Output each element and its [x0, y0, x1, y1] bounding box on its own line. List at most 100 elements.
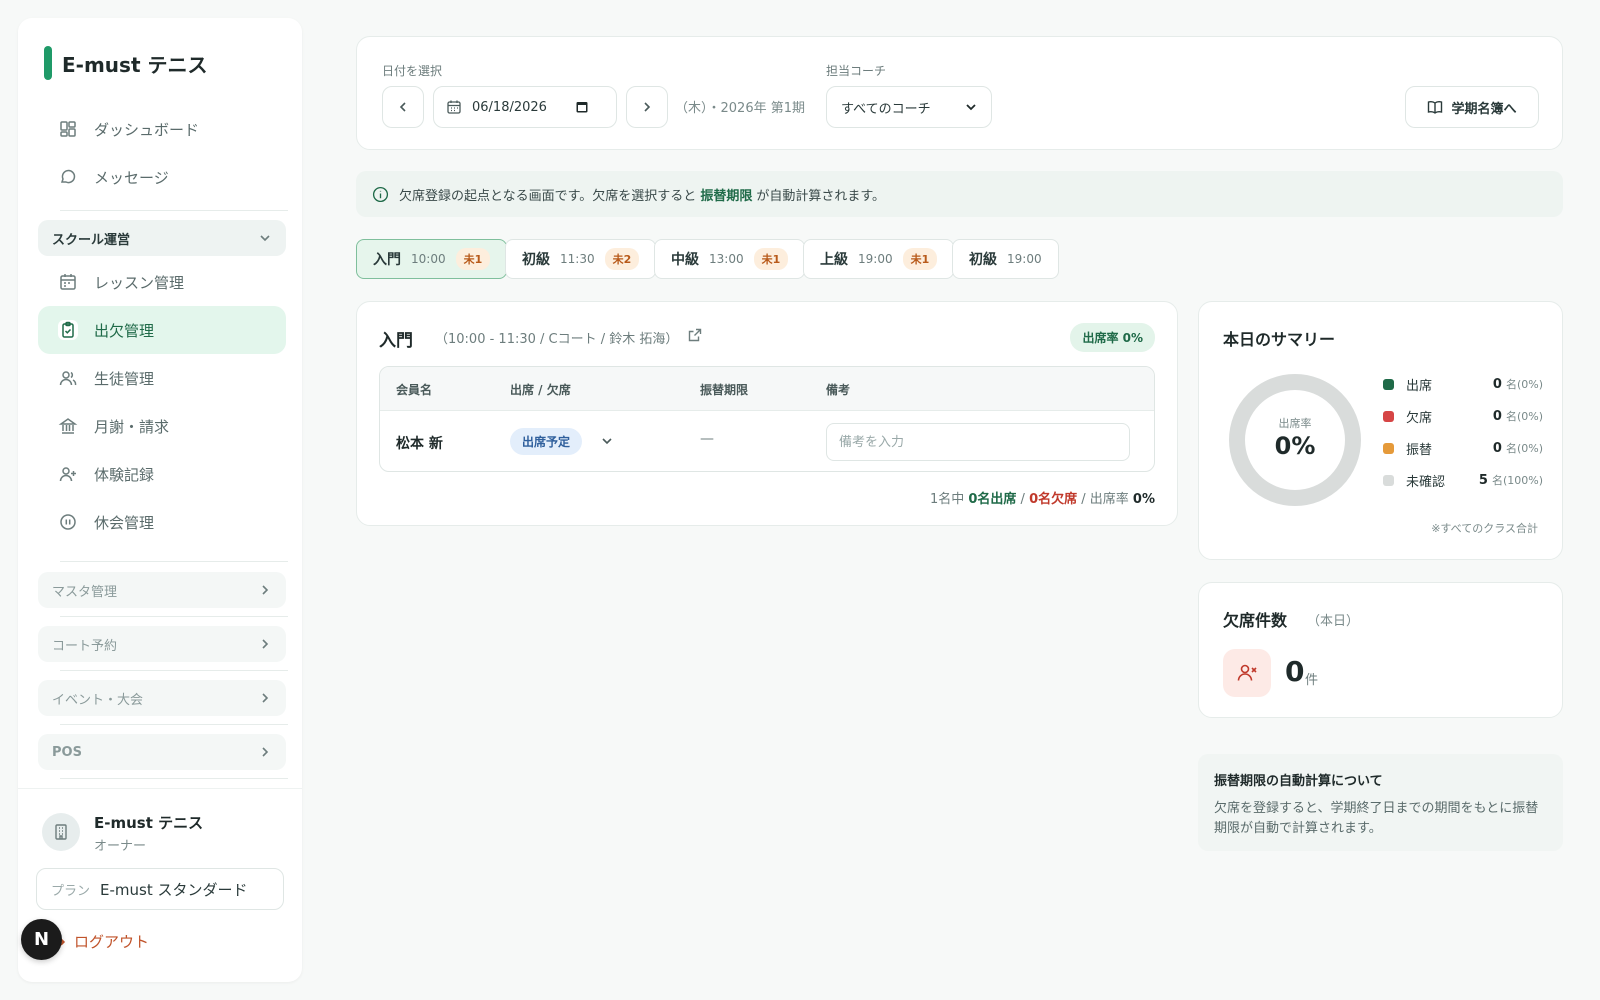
sidebar-divider: [60, 778, 288, 779]
brand[interactable]: E-must テニス: [44, 46, 207, 80]
info-highlight: 振替期限: [700, 188, 753, 204]
external-link-icon[interactable]: [687, 327, 703, 343]
tally-prefix: 1名中: [929, 492, 965, 507]
note-body: 欠席を登録すると、学期終了日までの期間をもとに振替期限が自動で計算されます。: [1214, 801, 1539, 836]
class-tab-level: 中級: [671, 252, 699, 268]
table-header: 会員名 出席 / 欠席 振替期限 備考: [380, 367, 1154, 411]
class-tab-level: 初級: [969, 252, 997, 268]
summary-footnote: ※すべてのクラス合計: [1431, 522, 1538, 535]
calendar-icon: [447, 100, 461, 114]
chevron-down-icon[interactable]: [600, 434, 614, 448]
legend-makeup: 振替 0 名 (0%): [1383, 438, 1543, 458]
class-tab-0[interactable]: 入門 10:00 未1: [356, 239, 508, 279]
note-title: 振替期限の自動計算について: [1214, 774, 1383, 789]
plan-label: プラン: [51, 883, 91, 899]
col-makeup-deadline: 振替期限: [700, 383, 749, 397]
week-info: （木）・2026年 第1期: [675, 101, 805, 116]
nav-students[interactable]: 生徒管理: [38, 354, 286, 402]
legend-value: 0: [1492, 408, 1502, 424]
legend-value: 5: [1478, 472, 1488, 488]
nav-attendance[interactable]: 出欠管理: [38, 306, 286, 354]
attendance-status-select[interactable]: 出席予定: [510, 428, 583, 455]
unconfirmed-badge: 未1: [455, 248, 491, 270]
legend-unit: 名: [1491, 474, 1503, 487]
legend-swatch: [1383, 378, 1394, 390]
brand-logo-bar: [44, 46, 52, 80]
section-master-label: マスタ管理: [52, 584, 118, 600]
section-master[interactable]: マスタ管理: [38, 572, 286, 608]
legend-name: 未確認: [1406, 474, 1446, 490]
nav-trial-label: 体験記録: [94, 465, 155, 484]
nav-dashboard[interactable]: ダッシュボード: [38, 105, 286, 153]
tally-absent: 0名欠席: [1029, 492, 1078, 507]
clipboard-check-icon: [58, 320, 78, 340]
absence-count-card: 欠席件数 （本日） 0 件: [1198, 582, 1563, 718]
makeup-deadline-note: 振替期限の自動計算について 欠席を登録すると、学期終了日までの期間をもとに振替期…: [1198, 754, 1563, 851]
tally-attend: 0名出席: [968, 492, 1017, 507]
dev-tools-badge[interactable]: N: [21, 919, 62, 960]
absence-title: 欠席件数: [1223, 611, 1288, 630]
legend-value: 0: [1492, 376, 1502, 392]
section-events[interactable]: イベント・大会: [38, 680, 286, 716]
legend-pct: (0%): [1516, 409, 1543, 423]
chevron-right-icon: [262, 747, 269, 757]
class-tab-4[interactable]: 初級 19:00: [952, 239, 1059, 279]
date-label: 日付を選択: [382, 64, 443, 78]
coach-select[interactable]: すべてのコーチ: [826, 86, 992, 128]
nav-suspension-label: 休会管理: [94, 513, 155, 532]
nav-trial-records[interactable]: 体験記録: [38, 450, 286, 498]
tally-rate-label: / 出席率: [1081, 492, 1129, 507]
plan-value: E-must スタンダード: [100, 880, 248, 899]
term-roster-button[interactable]: 学期名簿へ: [1405, 86, 1539, 128]
legend-pct: (0%): [1516, 377, 1543, 391]
sidebar-divider: [60, 210, 288, 211]
table-row: 松本 新 出席予定 —: [380, 411, 1154, 471]
section-court-booking[interactable]: コート予約: [38, 626, 286, 662]
class-subtitle: （10:00 - 11:30 / Cコート / 鈴木 拓海）: [435, 332, 679, 347]
info-banner: 欠席登録の起点となる画面です。欠席を選択すると 振替期限 が自動計算されます。: [356, 171, 1563, 217]
pause-circle-icon: [60, 514, 76, 530]
coach-select-value: すべてのコーチ: [841, 101, 931, 117]
nav-lessons[interactable]: レッスン管理: [38, 258, 286, 306]
logout-button[interactable]: ログアウト: [48, 931, 149, 952]
class-tab-time: 10:00: [411, 252, 446, 266]
nav-students-label: 生徒管理: [94, 369, 155, 388]
prev-day-button[interactable]: [382, 86, 424, 128]
makeup-deadline-value: —: [700, 431, 714, 447]
section-school-label: スクール運営: [52, 232, 131, 248]
sidebar-divider: [60, 561, 288, 562]
open-book-icon: [1428, 101, 1443, 114]
tally-sep: /: [1020, 492, 1025, 507]
attendance-table: 会員名 出席 / 欠席 振替期限 備考 松本 新 出席予定 —: [379, 366, 1155, 472]
section-school-operations[interactable]: スクール運営: [38, 220, 286, 256]
date-input[interactable]: 06/18/2026: [433, 86, 617, 128]
attendance-tally: 1名中 0名出席 / 0名欠席 / 出席率 0%: [930, 488, 1155, 507]
nav-billing[interactable]: 月謝・請求: [38, 402, 286, 450]
next-day-button[interactable]: [626, 86, 668, 128]
class-detail-card: 入門 （10:00 - 11:30 / Cコート / 鈴木 拓海） 出席率 0%…: [356, 301, 1178, 526]
absence-sub: （本日）: [1307, 614, 1360, 629]
calendar-picker-icon[interactable]: [575, 100, 589, 114]
legend-unit: 名: [1505, 378, 1517, 391]
attendance-rate-pill: 出席率 0%: [1070, 323, 1155, 352]
class-tab-level: 初級: [522, 252, 550, 268]
nav-suspension[interactable]: 休会管理: [38, 498, 286, 546]
brand-name: E-must テニス: [62, 52, 208, 77]
legend-swatch: [1383, 474, 1394, 486]
section-pos[interactable]: POS: [38, 734, 286, 770]
chevron-down-icon: [966, 104, 976, 111]
class-tab-level: 上級: [820, 252, 848, 268]
class-tab-1[interactable]: 初級 11:30 未2: [505, 239, 657, 279]
nav-attendance-label: 出欠管理: [94, 321, 155, 340]
class-tab-time: 11:30: [560, 252, 595, 266]
legend-unit: 名: [1505, 442, 1517, 455]
class-tab-2[interactable]: 中級 13:00 未1: [654, 239, 806, 279]
class-title: 入門: [379, 331, 413, 351]
avatar[interactable]: [42, 813, 80, 851]
notes-input[interactable]: [826, 423, 1130, 461]
legend-pct: (100%): [1502, 473, 1543, 487]
class-tab-3[interactable]: 上級 19:00 未1: [803, 239, 955, 279]
nav-messages[interactable]: メッセージ: [38, 153, 286, 201]
sidebar-divider: [60, 616, 288, 617]
user-x-icon: [1237, 664, 1257, 681]
